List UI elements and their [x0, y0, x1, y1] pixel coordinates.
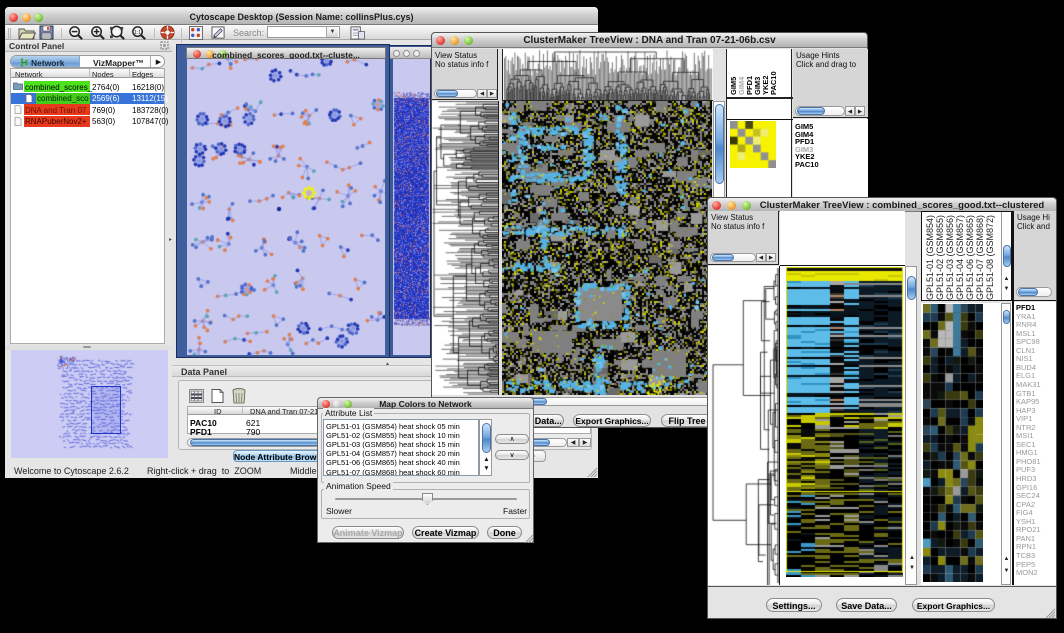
- svg-text:1:1: 1:1: [134, 30, 141, 36]
